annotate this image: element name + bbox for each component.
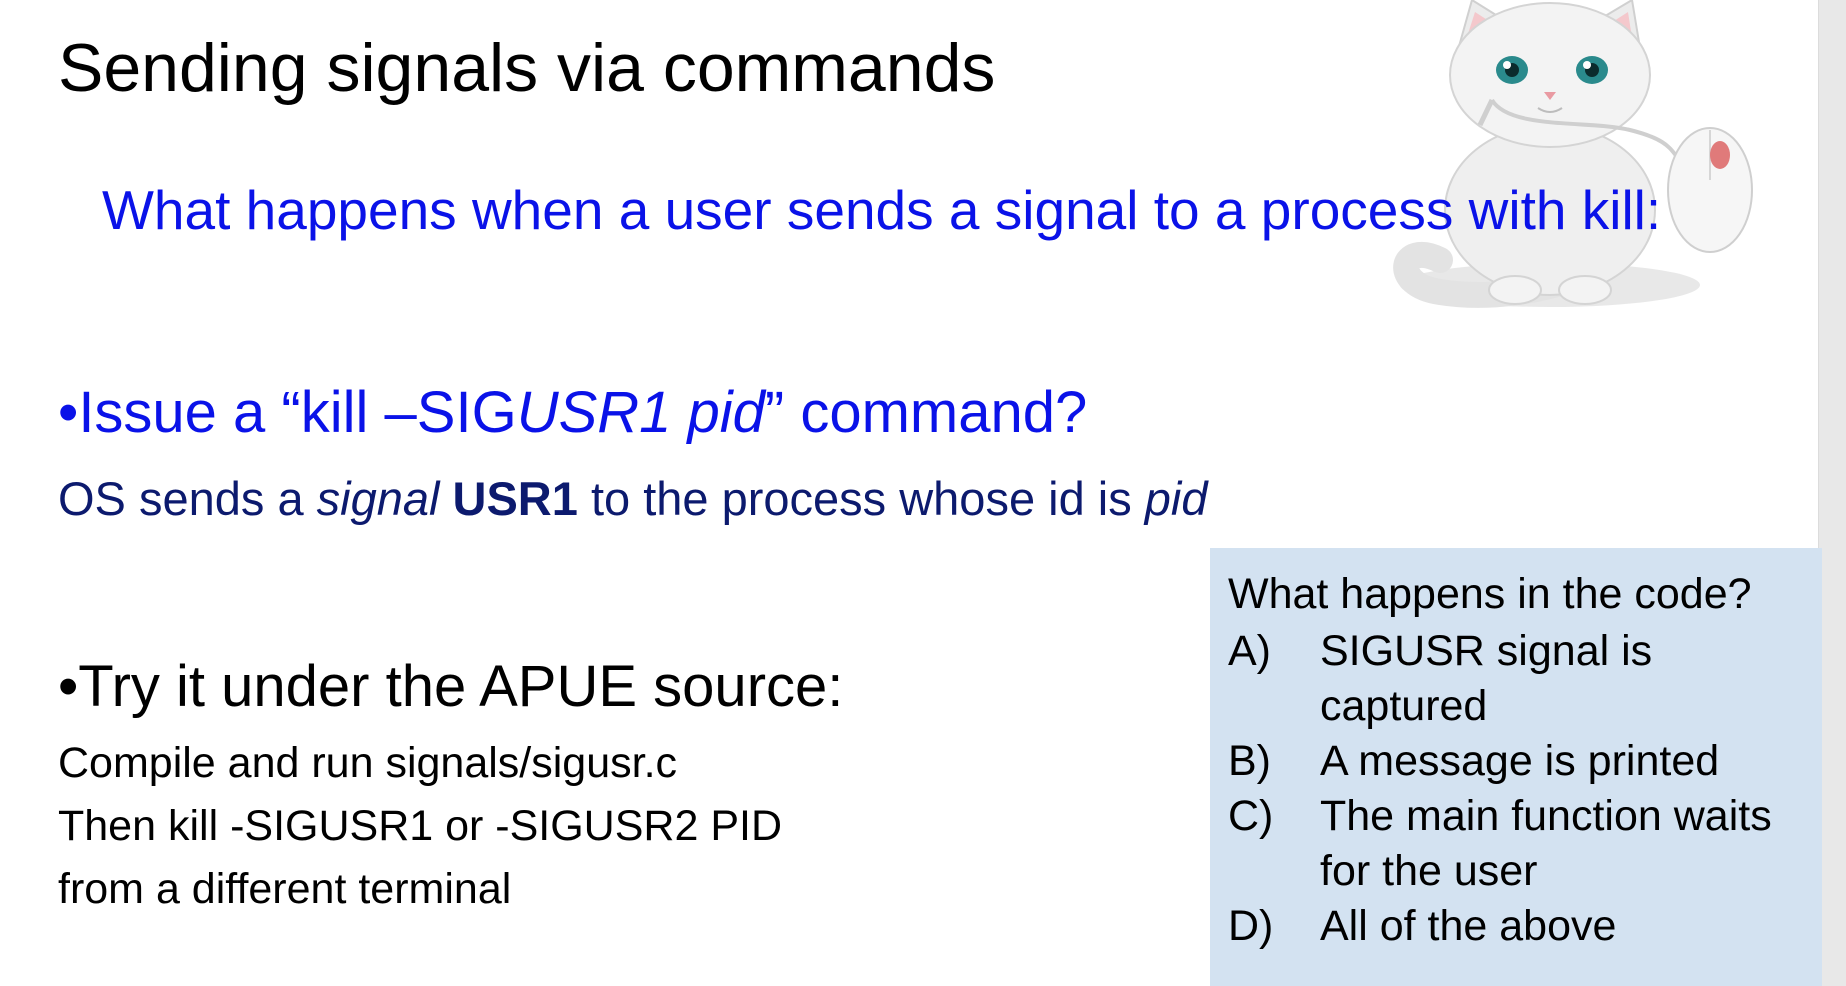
instructions: Compile and run signals/sigusr.c Then ki… bbox=[58, 732, 782, 921]
slide-title: Sending signals via commands bbox=[58, 30, 996, 106]
bullet-prefix: Issue a “kill –SIG bbox=[78, 380, 517, 445]
instruction-line: from a different terminal bbox=[58, 865, 512, 913]
quiz-option-d: D) All of the above bbox=[1228, 899, 1822, 954]
option-letter: D) bbox=[1228, 902, 1274, 950]
bullet-suffix: ” command? bbox=[764, 380, 1088, 445]
option-letter: B) bbox=[1228, 737, 1271, 785]
scrollbar-track[interactable] bbox=[1818, 0, 1846, 986]
option-text: The main function waits for the user bbox=[1320, 792, 1772, 895]
os-text-2: to the process whose id is bbox=[577, 472, 1145, 525]
instruction-line: Compile and run signals/sigusr.c bbox=[58, 739, 678, 787]
instruction-line: Then kill -SIGUSR1 or -SIGUSR2 PID bbox=[58, 802, 783, 850]
os-text-1: OS sends a bbox=[58, 472, 317, 525]
option-text: All of the above bbox=[1320, 902, 1617, 950]
slide-question: What happens when a user sends a signal … bbox=[102, 179, 1662, 241]
quiz-option-c: C) The main function waits for the user bbox=[1228, 789, 1822, 899]
quiz-option-b: B) A message is printed bbox=[1228, 734, 1822, 789]
quiz-box: What happens in the code? A) SIGUSR sign… bbox=[1210, 548, 1822, 986]
bullet-italic: USR1 pid bbox=[516, 380, 765, 445]
os-bold-usr1: USR1 bbox=[452, 472, 578, 525]
quiz-option-a: A) SIGUSR signal is captured bbox=[1228, 624, 1822, 734]
option-letter: C) bbox=[1228, 792, 1274, 840]
bullet-marker: • bbox=[58, 380, 79, 445]
option-letter: A) bbox=[1228, 627, 1271, 675]
os-italic-pid: pid bbox=[1144, 472, 1208, 525]
option-text: A message is printed bbox=[1320, 737, 1720, 785]
cat-mouse-icon bbox=[1393, 0, 1753, 308]
quiz-question: What happens in the code? bbox=[1228, 570, 1752, 618]
os-explanation: OS sends a signal USR1 to the process wh… bbox=[58, 470, 1208, 528]
bullet-kill-command: •Issue a “kill –SIGUSR1 pid” command? bbox=[58, 378, 1087, 448]
bullet-try-apue: •Try it under the APUE source: bbox=[58, 654, 844, 719]
option-text: SIGUSR signal is captured bbox=[1320, 627, 1653, 730]
os-italic-signal: signal bbox=[316, 472, 440, 525]
